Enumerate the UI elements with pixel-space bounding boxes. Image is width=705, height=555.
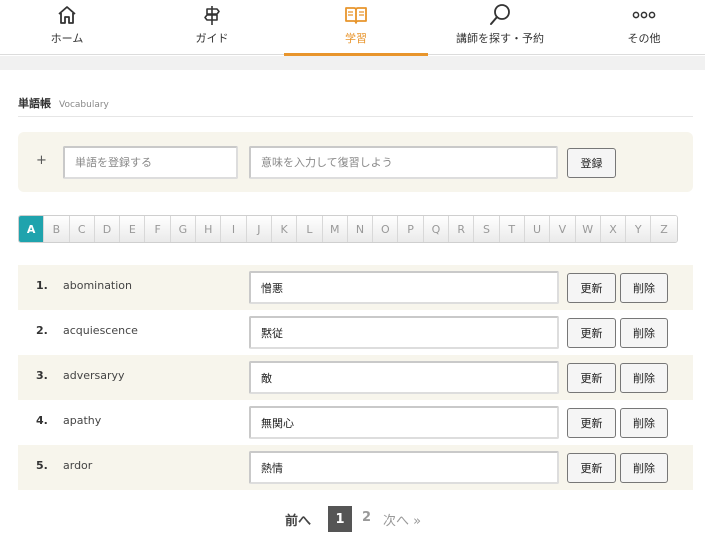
letter-n-tab[interactable]: N xyxy=(347,216,374,242)
letter-e-tab[interactable]: E xyxy=(120,216,146,242)
nav-label-study: 学習 xyxy=(345,32,367,45)
vocab-row: 2. acquiescence 更新削除 xyxy=(18,310,693,355)
row-number: 4. xyxy=(36,414,48,427)
letter-p-tab[interactable]: P xyxy=(398,216,424,242)
delete-button[interactable]: 削除 xyxy=(620,453,668,483)
vocabulary-list: 1.abomination更新削除2.acquiescence更新削除3.adv… xyxy=(18,265,693,490)
nav-item-guide[interactable]: ガイド xyxy=(140,0,284,55)
update-button[interactable]: 更新 xyxy=(567,363,616,393)
letter-t-tab[interactable]: T xyxy=(499,216,525,242)
delete-button[interactable]: 削除 xyxy=(620,318,668,348)
vocab-row: 3. adversaryy 更新削除 xyxy=(18,355,693,400)
update-button[interactable]: 更新 xyxy=(567,273,616,303)
letter-j-tab[interactable]: J xyxy=(246,216,272,242)
letter-u-tab[interactable]: U xyxy=(524,216,551,242)
meaning-field[interactable] xyxy=(249,451,559,484)
letter-v-tab[interactable]: V xyxy=(550,216,576,242)
letter-f-tab[interactable]: F xyxy=(145,216,171,242)
letter-q-tab[interactable]: Q xyxy=(423,216,450,242)
more-icon xyxy=(572,3,705,27)
vocab-word: ardor xyxy=(63,459,93,472)
row-number: 5. xyxy=(36,459,48,472)
word-input[interactable] xyxy=(63,146,238,179)
letter-i-tab[interactable]: I xyxy=(221,216,247,242)
plus-icon: + xyxy=(36,153,47,168)
row-number: 2. xyxy=(36,324,48,337)
letter-r-tab[interactable]: R xyxy=(449,216,475,242)
prev-page-link[interactable]: 前へ xyxy=(285,510,311,529)
vocab-row: 4. apathy 更新削除 xyxy=(18,400,693,445)
page-title-row: 単語帳 Vocabulary xyxy=(18,92,693,117)
update-button[interactable]: 更新 xyxy=(567,318,616,348)
nav-label-home: ホーム xyxy=(50,32,84,45)
row-number: 1. xyxy=(36,279,48,292)
nav-label-find-tutor: 講師を探す・予約 xyxy=(456,32,544,45)
vocab-word: acquiescence xyxy=(63,324,138,337)
update-button[interactable]: 更新 xyxy=(567,408,616,438)
letter-w-tab[interactable]: W xyxy=(575,216,601,242)
update-button[interactable]: 更新 xyxy=(567,453,616,483)
letter-k-tab[interactable]: K xyxy=(271,216,298,242)
letter-c-tab[interactable]: C xyxy=(69,216,95,242)
delete-button[interactable]: 削除 xyxy=(620,408,668,438)
nav-item-study[interactable]: 学習 xyxy=(284,0,428,56)
top-navigation: ホーム ガイド 学習 講師を探す・予約 その他 xyxy=(0,0,705,56)
page-subtitle: Vocabulary xyxy=(59,100,109,110)
meaning-field[interactable] xyxy=(249,361,559,394)
home-icon xyxy=(0,3,139,27)
letter-d-tab[interactable]: D xyxy=(94,216,121,242)
vocab-row: 5. ardor 更新削除 xyxy=(18,445,693,490)
vocab-row: 1. abomination 更新削除 xyxy=(18,265,693,310)
next-page-link[interactable]: 次へ » xyxy=(383,510,421,529)
current-page: 1 xyxy=(328,506,352,532)
pagination: 前へ 1 2 次へ » xyxy=(0,506,705,532)
letter-y-tab[interactable]: Y xyxy=(626,216,652,242)
alphabet-filter: ABCDEFGHIJKLMNOPQRSTUVWXYZ xyxy=(18,215,678,243)
book-icon xyxy=(284,3,428,27)
letter-b-tab[interactable]: B xyxy=(44,216,70,242)
nav-item-more[interactable]: その他 xyxy=(572,0,705,55)
letter-o-tab[interactable]: O xyxy=(373,216,399,242)
letter-a-tab[interactable]: A xyxy=(19,216,45,242)
search-icon xyxy=(428,3,572,27)
meaning-input[interactable] xyxy=(249,146,558,179)
letter-g-tab[interactable]: G xyxy=(170,216,197,242)
page-2-link[interactable]: 2 xyxy=(362,510,371,525)
register-button[interactable]: 登録 xyxy=(567,148,616,178)
letter-x-tab[interactable]: X xyxy=(600,216,627,242)
meaning-field[interactable] xyxy=(249,406,559,439)
nav-label-more: その他 xyxy=(627,32,661,45)
letter-l-tab[interactable]: L xyxy=(297,216,323,242)
letter-z-tab[interactable]: Z xyxy=(651,216,677,242)
row-number: 3. xyxy=(36,369,48,382)
nav-item-find-tutor[interactable]: 講師を探す・予約 xyxy=(428,0,572,55)
header-divider-band xyxy=(0,56,705,70)
meaning-field[interactable] xyxy=(249,271,559,304)
nav-label-guide: ガイド xyxy=(195,32,229,45)
signpost-icon xyxy=(140,3,284,27)
vocab-word: adversaryy xyxy=(63,369,125,382)
page-title: 単語帳 xyxy=(18,97,51,110)
letter-m-tab[interactable]: M xyxy=(322,216,348,242)
delete-button[interactable]: 削除 xyxy=(620,273,668,303)
meaning-field[interactable] xyxy=(249,316,559,349)
add-word-form: + 登録 xyxy=(18,132,693,192)
delete-button[interactable]: 削除 xyxy=(620,363,668,393)
vocab-word: abomination xyxy=(63,279,133,292)
vocab-word: apathy xyxy=(63,414,102,427)
letter-s-tab[interactable]: S xyxy=(474,216,500,242)
nav-item-home[interactable]: ホーム xyxy=(0,0,139,55)
letter-h-tab[interactable]: H xyxy=(196,216,222,242)
